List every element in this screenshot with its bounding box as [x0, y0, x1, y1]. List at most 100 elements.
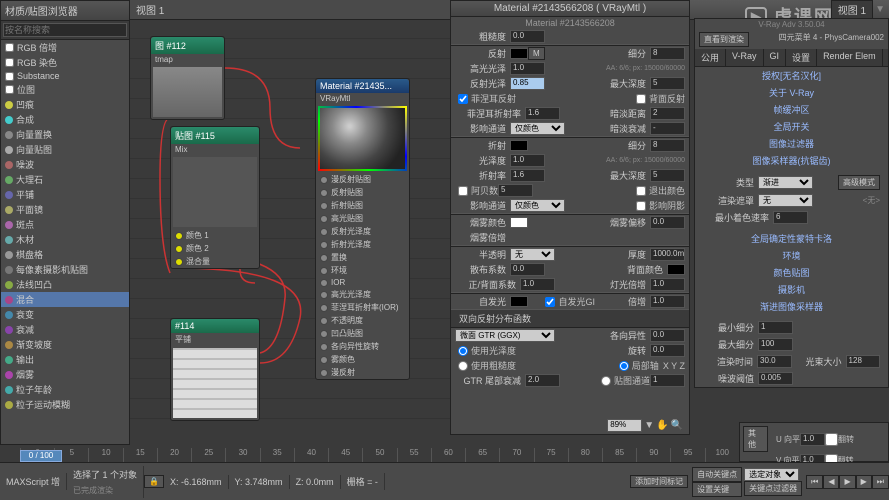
- material-socket[interactable]: IOR: [316, 277, 409, 288]
- auto-key-btn[interactable]: 自动关键点: [692, 467, 742, 482]
- add-time-tag[interactable]: 添加时间标记: [630, 475, 688, 488]
- play-start-icon[interactable]: ⏮: [806, 475, 823, 489]
- backface-check[interactable]: [636, 94, 646, 104]
- material-list-item[interactable]: 每像素摄影机贴图: [1, 262, 129, 277]
- node-bitmap-112[interactable]: 图 #112 tmap: [150, 36, 225, 120]
- socket-mix[interactable]: 混合量: [171, 255, 259, 268]
- material-list-item[interactable]: 凹痕: [1, 97, 129, 112]
- render-tab[interactable]: Render Elem: [817, 49, 883, 66]
- timeline[interactable]: 0510152025303540455055606570758085909510…: [20, 448, 739, 462]
- play-prev-icon[interactable]: ◀: [823, 475, 839, 489]
- refract-color[interactable]: [510, 140, 528, 151]
- arrow-icon[interactable]: ▼: [644, 420, 654, 431]
- socket-color2[interactable]: 颜色 2: [171, 242, 259, 255]
- viewport-dropdown[interactable]: 视图 1: [831, 0, 873, 19]
- gi-rollout-link[interactable]: 摄影机: [695, 281, 888, 298]
- material-socket[interactable]: 反射光泽度: [316, 225, 409, 238]
- material-list-item[interactable]: 噪波: [1, 157, 129, 172]
- material-list-item[interactable]: 平铺: [1, 187, 129, 202]
- gi-rollout-link[interactable]: 颜色贴图: [695, 264, 888, 281]
- rglossy-input[interactable]: 0.85: [510, 77, 545, 90]
- node-mix-115[interactable]: 贴图 #115 Mix 颜色 1 颜色 2 混合量: [170, 126, 260, 269]
- render-rollout-link[interactable]: 关于 V-Ray: [695, 84, 888, 101]
- zoom-icon[interactable]: 🔍: [671, 420, 683, 431]
- material-list-item[interactable]: 斑点: [1, 217, 129, 232]
- render-rollout-link[interactable]: 全局开关: [695, 118, 888, 135]
- rglossy-depth[interactable]: 5: [650, 77, 685, 90]
- material-socket[interactable]: 置换: [316, 251, 409, 264]
- affect2-combo[interactable]: 仅颜色: [510, 199, 565, 212]
- gi-rollout-link[interactable]: 环境: [695, 247, 888, 264]
- reflect-subdiv[interactable]: 8: [650, 47, 685, 60]
- material-socket[interactable]: 雾颜色: [316, 353, 409, 366]
- material-list-item[interactable]: 粒子年龄: [1, 382, 129, 397]
- other-btn[interactable]: 其他: [743, 426, 768, 452]
- render-tab[interactable]: V-Ray: [726, 49, 764, 66]
- material-list-item[interactable]: 烟雾: [1, 367, 129, 382]
- sampler-type[interactable]: 渐进: [758, 176, 813, 189]
- hglossy-input[interactable]: 1.0: [510, 62, 545, 75]
- play-end-icon[interactable]: ⏭: [872, 475, 889, 489]
- material-socket[interactable]: 折射贴图: [316, 199, 409, 212]
- material-list-item[interactable]: 位图: [1, 82, 129, 97]
- material-socket[interactable]: 凹凸贴图: [316, 327, 409, 340]
- fog-color[interactable]: [510, 217, 528, 228]
- coord-x[interactable]: X: -6.168mm: [164, 475, 229, 489]
- fresnel-ior-input[interactable]: 1.6: [525, 107, 560, 120]
- hand-icon[interactable]: ✋: [656, 420, 668, 431]
- material-list-item[interactable]: 木材: [1, 232, 129, 247]
- material-list-item[interactable]: 法线凹凸: [1, 277, 129, 292]
- material-socket[interactable]: 环境: [316, 264, 409, 277]
- material-list-item[interactable]: RGB 染色: [1, 55, 129, 70]
- brdf-combo[interactable]: 微面 GTR (GGX): [455, 329, 555, 342]
- reflect-color[interactable]: [510, 48, 528, 59]
- material-list-item[interactable]: 向量贴图: [1, 142, 129, 157]
- fresnel-check[interactable]: [458, 94, 468, 104]
- play-next-icon[interactable]: ▶: [856, 475, 872, 489]
- material-list-item[interactable]: 混合: [1, 292, 129, 307]
- render-tab[interactable]: GI: [764, 49, 787, 66]
- key-target[interactable]: 选定对象: [744, 468, 799, 481]
- material-socket[interactable]: 菲涅耳折射率(IOR): [316, 301, 409, 314]
- material-list-item[interactable]: 渐变坡度: [1, 337, 129, 352]
- affect-combo[interactable]: 仅颜色: [510, 122, 565, 135]
- key-filter-btn[interactable]: 关键点过滤器: [744, 481, 802, 496]
- prog-title[interactable]: 渐进图像采样器: [695, 298, 888, 315]
- coord-y[interactable]: Y: 3.748mm: [229, 475, 290, 489]
- node-tiles-114[interactable]: #114 平铺: [170, 318, 260, 421]
- play-icon[interactable]: ▶: [839, 475, 855, 489]
- material-list-item[interactable]: 大理石: [1, 172, 129, 187]
- material-list-item[interactable]: 粒子运动模糊: [1, 397, 129, 412]
- render-rollout-link[interactable]: 授权[无名汉化]: [695, 67, 888, 84]
- reflect-map-button[interactable]: M: [528, 47, 545, 60]
- material-socket[interactable]: 漫反射: [316, 366, 409, 379]
- material-list-item[interactable]: 合成: [1, 112, 129, 127]
- material-list-item[interactable]: 衰变: [1, 307, 129, 322]
- zoom-display[interactable]: 89%: [607, 419, 642, 432]
- render-tab[interactable]: 公用: [695, 49, 726, 66]
- material-list-item[interactable]: Substance: [1, 70, 129, 82]
- render-rollout-link[interactable]: 图像采样器(抗锯齿): [695, 152, 888, 169]
- roughness-input[interactable]: 0.0: [510, 30, 545, 43]
- render-msg-btn[interactable]: 直看到渲染: [699, 32, 749, 47]
- material-list-item[interactable]: 棋盘格: [1, 247, 129, 262]
- node-vraymtl[interactable]: Material #21435... VRayMtl 漫反射贴图反射贴图折射贴图…: [315, 78, 410, 380]
- material-socket[interactable]: 不透明度: [316, 314, 409, 327]
- advanced-mode-btn[interactable]: 高级模式: [838, 175, 880, 190]
- abbe-check[interactable]: [458, 186, 468, 196]
- lock-icon[interactable]: 🔒: [144, 475, 164, 488]
- material-socket[interactable]: 漫反射贴图: [316, 173, 409, 186]
- material-socket[interactable]: 高光光泽度: [316, 288, 409, 301]
- material-list-item[interactable]: 衰减: [1, 322, 129, 337]
- node-editor[interactable]: 视图 1 图 #112 tmap 贴图 #115 Mix 颜色 1 颜色 2 混…: [130, 18, 450, 438]
- material-list-item[interactable]: 平面镜: [1, 202, 129, 217]
- socket-color1[interactable]: 颜色 1: [171, 229, 259, 242]
- material-list-item[interactable]: 向量置换: [1, 127, 129, 142]
- render-rollout-link[interactable]: 图像过滤器: [695, 135, 888, 152]
- render-mask[interactable]: 无: [758, 194, 813, 207]
- material-list-item[interactable]: RGB 倍增: [1, 40, 129, 55]
- material-list-item[interactable]: 输出: [1, 352, 129, 367]
- material-socket[interactable]: 反射贴图: [316, 186, 409, 199]
- gi-title[interactable]: 全局确定性蒙特卡洛: [695, 230, 888, 247]
- render-rollout-link[interactable]: 帧缓冲区: [695, 101, 888, 118]
